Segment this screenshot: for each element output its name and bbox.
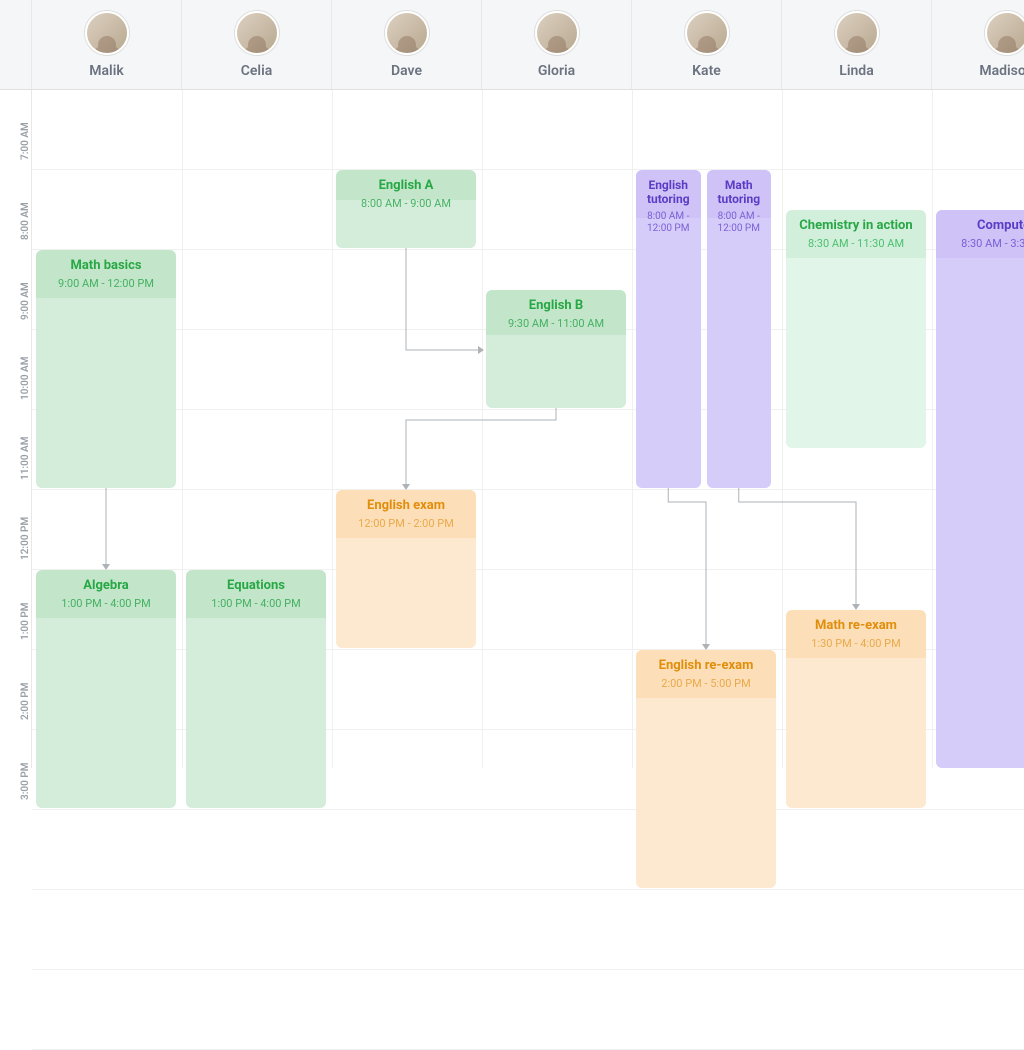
column-divider <box>482 90 483 768</box>
event-computer[interactable]: Computer 8:30 AM - 3:30 PM <box>936 210 1024 768</box>
avatar <box>385 11 429 55</box>
event-english-exam[interactable]: English exam 12:00 PM - 2:00 PM <box>336 490 476 648</box>
event-math-tutoring[interactable]: Math tutoring 8:00 AM - 12:00 PM <box>707 170 772 488</box>
event-title: Algebra <box>44 578 168 593</box>
event-time: 9:00 AM - 12:00 PM <box>44 277 168 290</box>
avatar <box>235 11 279 55</box>
person-name: Madison <box>979 63 1024 79</box>
hour-row <box>32 90 1024 170</box>
event-time: 8:00 AM - 12:00 PM <box>644 211 693 235</box>
event-english-reexam[interactable]: English re-exam 2:00 PM - 5:00 PM <box>636 650 776 888</box>
event-title: English re-exam <box>644 658 768 673</box>
hour-row <box>32 810 1024 890</box>
person-name: Dave <box>391 63 422 79</box>
event-equations[interactable]: Equations 1:00 PM - 4:00 PM <box>186 570 326 808</box>
column-divider <box>932 90 933 768</box>
event-time: 1:30 PM - 4:00 PM <box>794 637 918 650</box>
column-divider <box>632 90 633 768</box>
time-label: 8:00 AM <box>20 208 31 240</box>
time-label: 10:00 AM <box>20 368 31 400</box>
avatar <box>535 11 579 55</box>
person-column-celia[interactable]: Celia <box>182 0 332 89</box>
column-divider <box>332 90 333 768</box>
person-name: Linda <box>839 63 873 79</box>
people-row: Malik Celia Dave Gloria Kate Linda Madison <box>32 0 1024 89</box>
event-title: English A <box>344 178 468 193</box>
avatar <box>835 11 879 55</box>
time-label: 7:00 AM <box>20 128 31 160</box>
column-divider <box>782 90 783 768</box>
event-time: 12:00 PM - 2:00 PM <box>344 517 468 530</box>
hour-row <box>32 890 1024 970</box>
person-column-linda[interactable]: Linda <box>782 0 932 89</box>
person-name: Gloria <box>538 63 575 79</box>
event-chemistry[interactable]: Chemistry in action 8:30 AM - 11:30 AM <box>786 210 926 448</box>
person-name: Kate <box>692 63 721 79</box>
time-label: 1:00 PM <box>20 608 31 640</box>
event-time: 1:00 PM - 4:00 PM <box>194 597 318 610</box>
event-time: 8:00 AM - 9:00 AM <box>344 197 468 210</box>
event-title: English tutoring <box>644 178 693 207</box>
person-name: Malik <box>89 63 123 79</box>
time-label: 11:00 AM <box>20 448 31 480</box>
event-title: Computer <box>944 218 1024 233</box>
event-english-tutoring[interactable]: English tutoring 8:00 AM - 12:00 PM <box>636 170 701 488</box>
column-divider <box>182 90 183 768</box>
schedule-grid[interactable]: Math basics 9:00 AM - 12:00 PM Algebra 1:00… <box>32 90 1024 768</box>
event-title: English exam <box>344 498 468 513</box>
person-column-kate[interactable]: Kate <box>632 0 782 89</box>
event-time: 2:00 PM - 5:00 PM <box>644 677 768 690</box>
time-label: 12:00 PM <box>20 528 31 560</box>
event-english-a[interactable]: English A 8:00 AM - 9:00 AM <box>336 170 476 248</box>
person-column-gloria[interactable]: Gloria <box>482 0 632 89</box>
event-title: Math tutoring <box>715 178 764 207</box>
event-time: 8:00 AM - 12:00 PM <box>715 211 764 235</box>
avatar <box>85 11 129 55</box>
event-english-b[interactable]: English B 9:30 AM - 11:00 AM <box>486 290 626 408</box>
event-algebra[interactable]: Algebra 1:00 PM - 4:00 PM <box>36 570 176 808</box>
event-time: 9:30 AM - 11:00 AM <box>494 317 618 330</box>
avatar <box>685 11 729 55</box>
event-time: 1:00 PM - 4:00 PM <box>44 597 168 610</box>
person-column-malik[interactable]: Malik <box>32 0 182 89</box>
schedule-header: Malik Celia Dave Gloria Kate Linda Madison <box>0 0 1024 90</box>
time-column-spacer <box>0 0 32 89</box>
avatar <box>985 11 1024 55</box>
time-column: 7:00 AM 8:00 AM 9:00 AM 10:00 AM 11:00 AM 12:… <box>0 90 32 768</box>
event-title: English B <box>494 298 618 313</box>
event-title: Equations <box>194 578 318 593</box>
event-math-reexam[interactable]: Math re-exam 1:30 PM - 4:00 PM <box>786 610 926 808</box>
time-label: 9:00 AM <box>20 288 31 320</box>
schedule-body: 7:00 AM 8:00 AM 9:00 AM 10:00 AM 11:00 AM 12:… <box>0 90 1024 768</box>
person-column-dave[interactable]: Dave <box>332 0 482 89</box>
time-label: 2:00 PM <box>20 688 31 720</box>
hour-row <box>32 970 1024 1050</box>
event-time: 8:30 AM - 3:30 PM <box>944 237 1024 250</box>
person-name: Celia <box>241 63 272 79</box>
hour-row <box>32 490 1024 570</box>
event-title: Chemistry in action <box>794 218 918 233</box>
event-title: Math re-exam <box>794 618 918 633</box>
event-title: Math basics <box>44 258 168 273</box>
person-column-madison[interactable]: Madison <box>932 0 1024 89</box>
event-time: 8:30 AM - 11:30 AM <box>794 237 918 250</box>
time-label: 3:00 PM <box>20 768 31 800</box>
event-math-basics[interactable]: Math basics 9:00 AM - 12:00 PM <box>36 250 176 488</box>
